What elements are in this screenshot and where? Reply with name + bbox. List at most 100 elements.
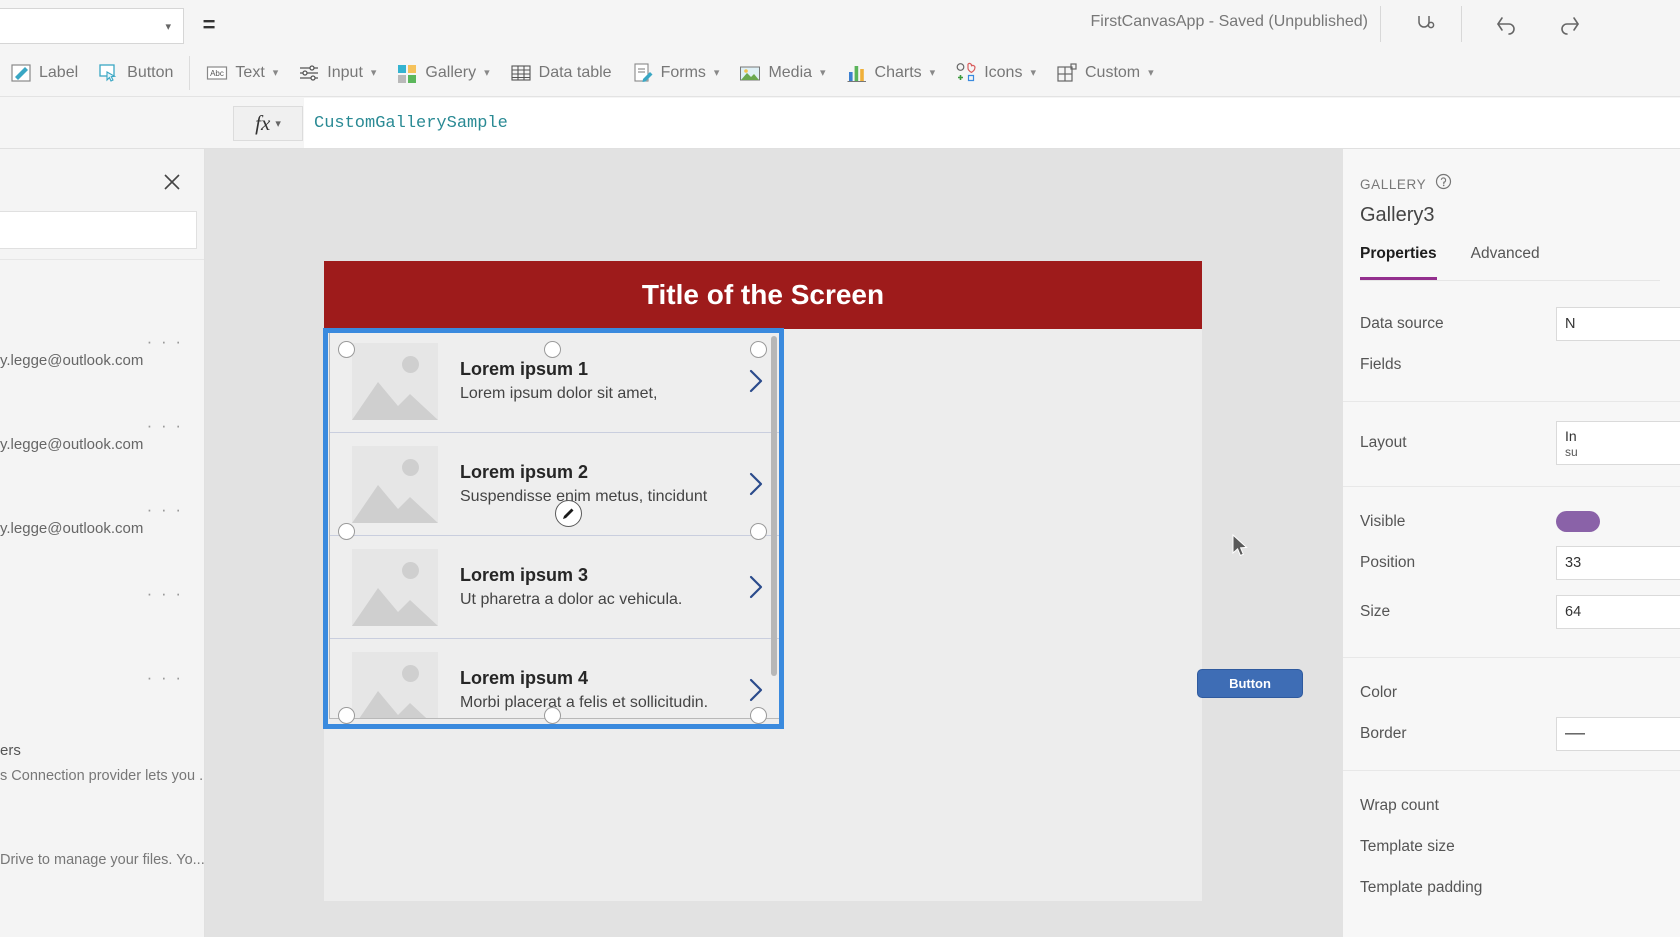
formula-input[interactable]: CustomGallerySample [304, 98, 1680, 148]
charts-icon [846, 62, 868, 84]
resize-handle-bottom-right[interactable] [750, 707, 767, 724]
help-circle-icon[interactable] [1435, 173, 1452, 195]
gallery-item[interactable]: Lorem ipsum 2 Suspendisse enim metus, ti… [330, 433, 779, 536]
input-icon [298, 62, 320, 84]
connector-title: ers [0, 742, 21, 759]
fx-button[interactable]: fx ▾ [233, 106, 303, 141]
undo-icon[interactable] [1484, 8, 1530, 42]
pencil-icon[interactable] [555, 500, 582, 527]
toolbar-divider-2 [1461, 6, 1462, 42]
gallery-item-title: Lorem ipsum 1 [460, 359, 589, 379]
ribbon-label-text: Input [327, 63, 363, 81]
ribbon-item-custom[interactable]: Custom ▾ [1046, 54, 1164, 92]
connector-item[interactable]: ers s Connection provider lets you ... [0, 728, 204, 812]
property-label: Position [1360, 553, 1416, 571]
property-label: Color [1360, 683, 1398, 701]
resize-handle-top-center[interactable] [544, 341, 561, 358]
property-row-data-source: Data source N [1343, 303, 1680, 344]
property-row-size: Size 64 [1343, 583, 1680, 641]
ribbon-item-forms[interactable]: Forms ▾ [622, 54, 730, 92]
resize-handle-top-left[interactable] [338, 341, 355, 358]
list-item[interactable]: · · · [0, 560, 204, 644]
connector-description: s Connection provider lets you ... [0, 768, 205, 784]
tab-properties[interactable]: Properties [1360, 245, 1437, 280]
gallery-item[interactable]: Lorem ipsum 3 Ut pharetra a dolor ac veh… [330, 536, 779, 639]
overflow-menu-icon[interactable]: · · · [147, 584, 183, 604]
connector-item[interactable]: Drive to manage your files. Yo... [0, 812, 204, 896]
property-label: Size [1360, 603, 1391, 620]
overflow-menu-icon[interactable]: · · · [147, 332, 183, 352]
gallery-control[interactable]: Lorem ipsum 1 Lorem ipsum dolor sit amet… [329, 329, 780, 719]
visible-toggle[interactable] [1556, 511, 1600, 532]
gallery-icon [396, 62, 418, 84]
overflow-menu-icon[interactable]: · · · [147, 668, 183, 688]
list-item[interactable]: y.legge@outlook.com · · · [0, 392, 204, 476]
chevron-right-icon[interactable] [733, 676, 779, 704]
button-icon [98, 62, 120, 84]
overflow-menu-icon[interactable]: · · · [147, 500, 183, 520]
canvas-work-area[interactable]: Title of the Screen Lorem ipsum 1 Lorem … [205, 149, 1342, 937]
ribbon-item-button[interactable]: Button [88, 54, 183, 92]
media-icon [739, 62, 761, 84]
app-screen[interactable]: Title of the Screen Lorem ipsum 1 Lorem … [324, 261, 1303, 901]
property-value-data-source[interactable]: N [1556, 306, 1680, 341]
ribbon-item-media[interactable]: Media ▾ [729, 54, 835, 92]
screen-title-label[interactable]: Title of the Screen [324, 261, 1202, 329]
control-name-label: Gallery3 [1360, 204, 1435, 226]
property-row-visible: Visible [1343, 501, 1680, 542]
resize-handle-top-right[interactable] [750, 341, 767, 358]
chevron-down-icon: ▾ [484, 67, 490, 79]
property-label: Data source [1360, 314, 1444, 332]
property-value-border[interactable]: — [1556, 716, 1680, 751]
canvas-button[interactable]: Button [1197, 669, 1303, 698]
ribbon-item-icons[interactable]: Icons ▾ [945, 54, 1046, 92]
tab-advanced[interactable]: Advanced [1471, 245, 1540, 280]
property-label: Layout [1360, 434, 1407, 451]
close-icon[interactable] [159, 169, 185, 195]
property-group-layout: Layout In su [1343, 402, 1680, 487]
left-panel-header [0, 149, 204, 260]
search-input[interactable] [0, 211, 197, 249]
resize-handle-bottom-left[interactable] [338, 707, 355, 724]
property-row-border: Border — [1343, 713, 1680, 754]
property-label: Template size [1360, 837, 1455, 855]
chevron-down-icon: ▾ [713, 67, 720, 79]
property-group-style: Color Border — [1343, 658, 1680, 771]
ribbon-label-text: Media [768, 63, 813, 81]
app-checker-icon[interactable] [1402, 8, 1448, 42]
chevron-down-icon: ▾ [1030, 67, 1036, 79]
image-placeholder-icon [352, 342, 438, 420]
property-value-position[interactable]: 33 [1556, 545, 1680, 580]
ribbon-item-charts[interactable]: Charts ▾ [836, 54, 946, 92]
ribbon-label-text: Gallery [425, 63, 477, 81]
gallery-item-title: Lorem ipsum 2 [460, 462, 589, 482]
text-icon: Abc [206, 62, 228, 84]
resize-handle-bottom-center[interactable] [544, 707, 561, 724]
redo-icon[interactable] [1546, 8, 1592, 42]
ribbon-label-text: Text [235, 63, 265, 81]
overflow-menu-icon[interactable]: · · · [147, 416, 183, 436]
ribbon-item-input[interactable]: Input ▾ [288, 54, 386, 92]
property-value-layout[interactable]: In su [1556, 421, 1680, 465]
ribbon-item-gallery[interactable]: Gallery ▾ [386, 54, 499, 92]
data-table-icon [510, 62, 532, 84]
resize-handle-middle-right[interactable] [750, 523, 767, 540]
ribbon-item-label[interactable]: Label [0, 54, 88, 92]
image-placeholder-icon [352, 445, 438, 523]
ribbon-label-text: Charts [874, 63, 922, 81]
list-item[interactable]: y.legge@outlook.com · · · [0, 308, 204, 392]
property-group-template: Wrap count Template size Template paddin… [1343, 771, 1680, 924]
gallery-scrollbar[interactable] [771, 336, 777, 676]
property-value-size[interactable]: 64 [1556, 595, 1680, 629]
list-item[interactable]: y.legge@outlook.com · · · [0, 476, 204, 560]
ribbon-item-data-table[interactable]: Data table [500, 54, 622, 92]
list-item[interactable]: · · · [0, 644, 204, 728]
property-selector[interactable]: ▾ [0, 8, 184, 44]
image-placeholder-icon [352, 651, 438, 718]
icons-icon [955, 62, 977, 84]
property-row-template-size: Template size [1343, 826, 1680, 867]
resize-handle-middle-left[interactable] [338, 523, 355, 540]
forms-icon [632, 62, 654, 84]
app-status-label: FirstCanvasApp - Saved (Unpublished) [1090, 13, 1368, 30]
ribbon-item-text[interactable]: Abc Text ▾ [196, 54, 288, 92]
